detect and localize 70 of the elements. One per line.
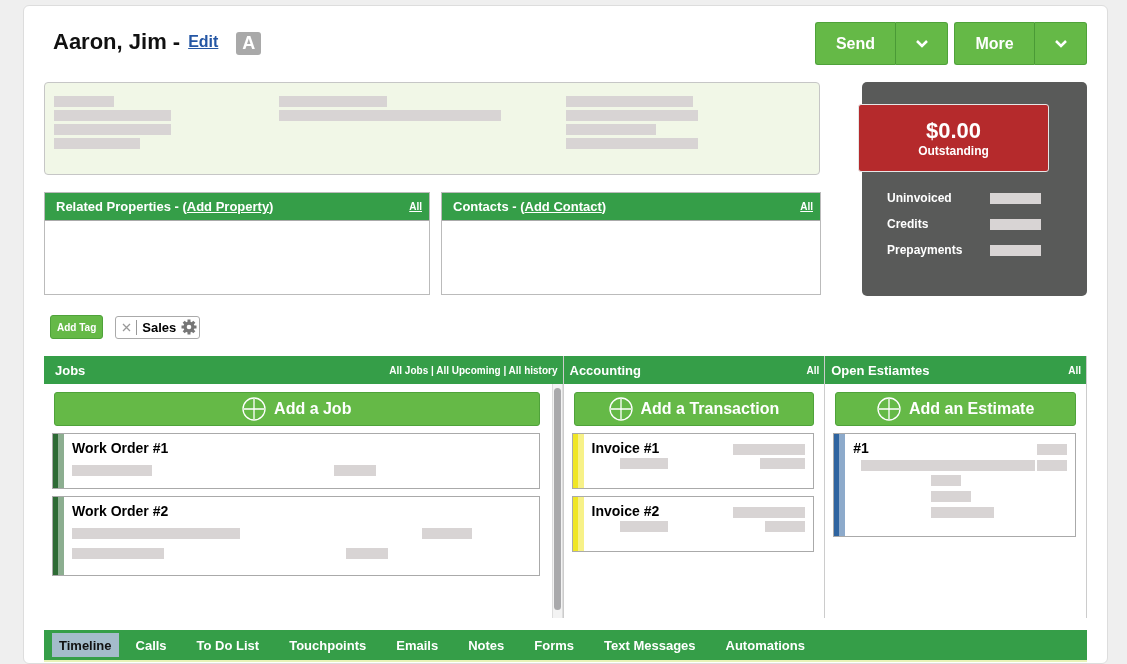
redacted-bar [765, 521, 806, 532]
redacted-bar [990, 192, 1041, 204]
tab[interactable]: To Do List [183, 633, 273, 657]
balance-label: Uninvoiced [887, 191, 953, 205]
add-button[interactable]: Add a Transaction [573, 392, 815, 426]
add-link[interactable]: Add Property [186, 199, 270, 214]
redacted-bar [931, 475, 962, 486]
redacted-bar [990, 244, 1041, 256]
chevron-down-icon [914, 39, 929, 48]
redacted-bar [931, 491, 972, 502]
record-card[interactable]: Invoice #1 [571, 433, 815, 489]
redacted-bar [931, 507, 995, 518]
card-title: #1 [853, 440, 869, 456]
tab[interactable]: Text Messages [591, 633, 709, 657]
tab[interactable]: Emails [383, 633, 452, 657]
plus-circle-icon [876, 397, 901, 421]
plus-circle-icon [608, 397, 633, 421]
record-card[interactable]: Work Order #2 [52, 496, 540, 576]
card-title: Invoice #1 [591, 440, 660, 456]
card-title: Work Order #1 [72, 440, 170, 456]
tab[interactable]: Timeline [52, 633, 119, 657]
outstanding-amount: $0.00 [925, 118, 982, 144]
plus-circle-icon [242, 397, 267, 421]
tab[interactable]: Automations [712, 633, 818, 657]
section-links[interactable]: All [806, 364, 820, 376]
tag-label: Sales [142, 319, 177, 335]
customer-name: Aaron, Jim - [53, 29, 181, 55]
panel-title: Contacts - (Add Contact) [453, 199, 607, 214]
tab[interactable]: Notes [455, 633, 518, 657]
all-link[interactable]: All [409, 201, 422, 212]
edit-link[interactable]: Edit [188, 33, 219, 51]
redacted-bar [990, 218, 1041, 230]
add-tag-button[interactable]: Add Tag [50, 315, 104, 339]
action-button[interactable]: More [954, 22, 1035, 65]
outstanding-label: Outstanding [918, 144, 989, 158]
section-title: Open Estiamtes [831, 362, 930, 378]
redacted-bar [1037, 444, 1067, 455]
add-button[interactable]: Add an Estimate [835, 392, 1076, 426]
redacted-bar [760, 458, 806, 469]
section-title: Jobs [55, 362, 86, 378]
section-links[interactable]: All Jobs | All Upcoming | All history [389, 364, 558, 376]
redacted-bar [422, 528, 472, 539]
card-title: Work Order #2 [72, 503, 170, 519]
add-button[interactable]: Add a Job [54, 392, 540, 426]
close-icon[interactable] [122, 322, 132, 332]
dropdown-button[interactable] [1035, 22, 1087, 65]
section-title: Accounting [569, 362, 641, 378]
record-card[interactable]: Work Order #1 [52, 433, 540, 489]
all-link[interactable]: All [800, 201, 813, 212]
scrollbar-thumb[interactable] [553, 388, 561, 610]
record-card[interactable]: Invoice #2 [571, 496, 815, 552]
avatar-badge: A [236, 32, 262, 55]
action-button[interactable]: Send [815, 22, 896, 65]
tab[interactable]: Forms [521, 633, 587, 657]
dropdown-button[interactable] [896, 22, 948, 65]
redacted-bar [619, 458, 668, 469]
settings-icon[interactable] [181, 319, 198, 335]
redacted-bar [619, 521, 668, 532]
record-card[interactable]: #1 [833, 433, 1076, 537]
panel-title: Related Properties - (Add Property) [56, 199, 274, 214]
redacted-bar [346, 548, 388, 559]
tab[interactable]: Calls [122, 633, 180, 657]
chevron-down-icon [1053, 39, 1068, 48]
tab[interactable]: Touchpoints [276, 633, 380, 657]
card-title: Invoice #2 [591, 503, 660, 519]
section-links[interactable]: All [1068, 364, 1081, 376]
redacted-bar [334, 465, 376, 476]
redacted-bar [54, 96, 114, 107]
balance-label: Prepayments [887, 243, 964, 257]
balance-label: Credits [887, 217, 930, 231]
